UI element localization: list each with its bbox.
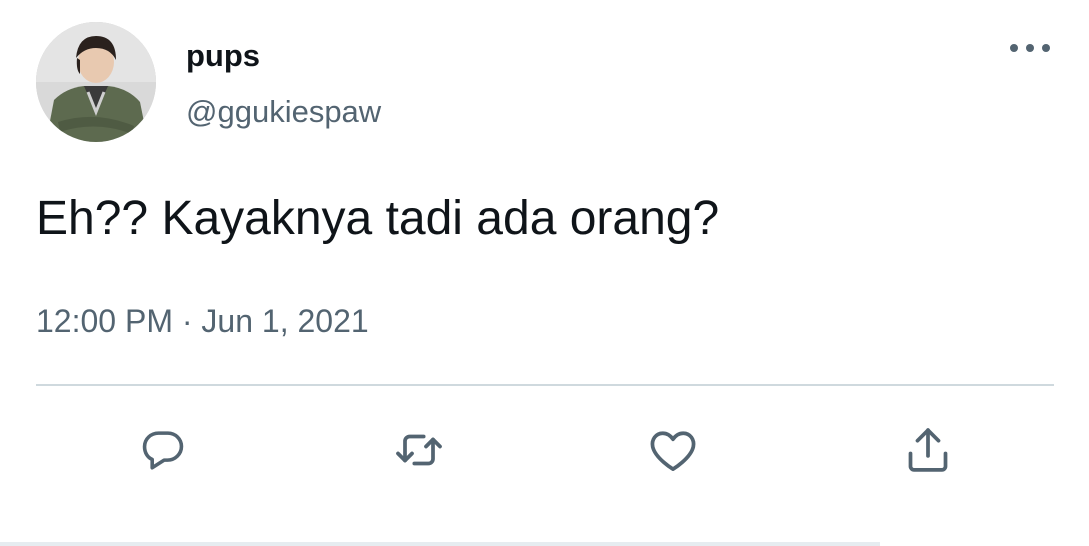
tweet-card: pups @ggukiespaw Eh?? Kayaknya tadi ada … (0, 0, 1089, 546)
heart-icon (650, 431, 696, 471)
tweet-text: Eh?? Kayaknya tadi ada orang? (36, 192, 720, 245)
more-dots-icon (1010, 44, 1050, 52)
reply-button[interactable] (133, 420, 193, 480)
avatar[interactable] (36, 22, 156, 142)
retweet-button[interactable] (389, 420, 449, 480)
tweet-timestamp[interactable]: 12:00 PM · Jun 1, 2021 (36, 302, 369, 340)
user-handle[interactable]: @ggukiespaw (186, 94, 381, 130)
retweet-arrows-icon (396, 434, 442, 466)
more-options-button[interactable] (1002, 30, 1058, 66)
like-button[interactable] (643, 420, 703, 480)
avatar-photo (36, 22, 156, 142)
share-button[interactable] (898, 420, 958, 480)
display-name[interactable]: pups (186, 38, 260, 74)
bottom-edge (0, 542, 880, 546)
reply-bubble-icon (142, 431, 184, 470)
share-upload-icon (908, 428, 948, 472)
divider (36, 384, 1054, 386)
